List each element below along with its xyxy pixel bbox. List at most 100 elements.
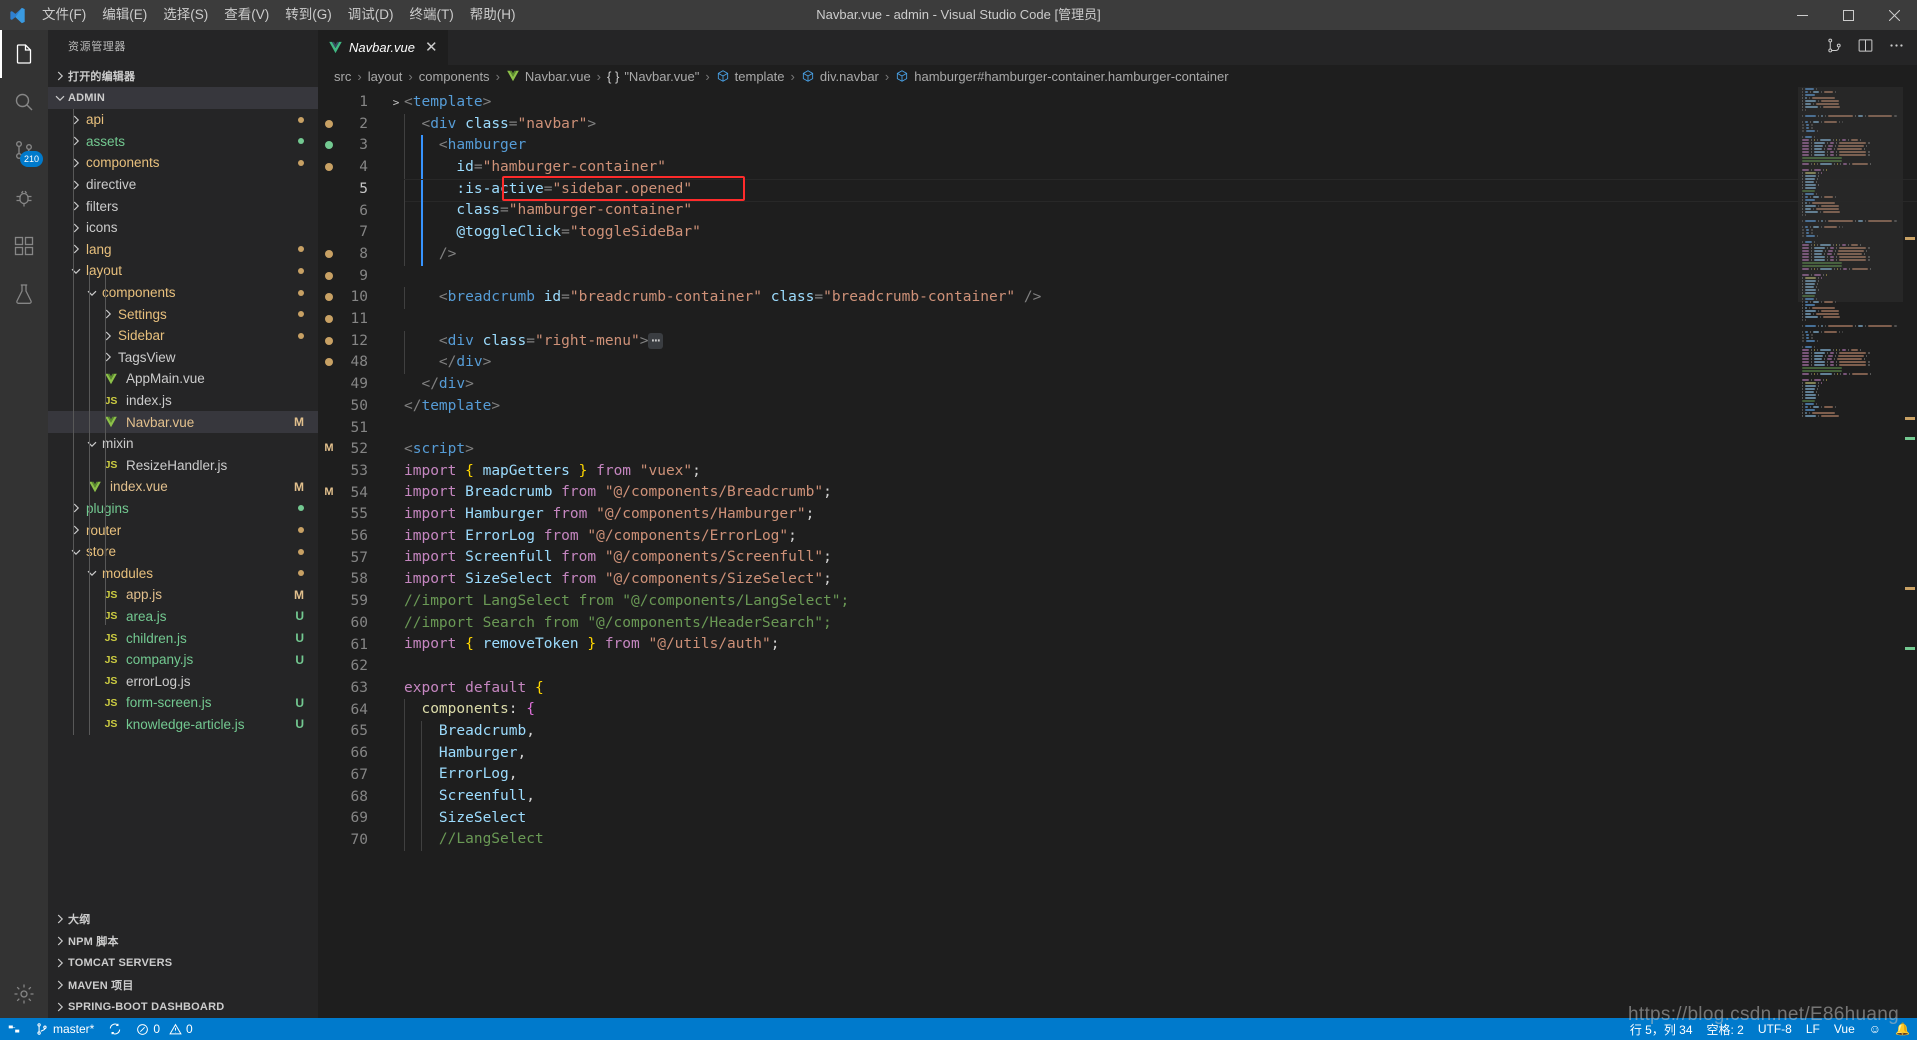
chevron-down-icon[interactable] bbox=[84, 282, 100, 304]
status-feedback[interactable]: ☺ bbox=[1862, 1018, 1888, 1040]
chevron-right-icon[interactable] bbox=[68, 130, 84, 152]
status-notifications[interactable]: 🔔 bbox=[1888, 1018, 1917, 1040]
breadcrumb-item-0[interactable]: src bbox=[332, 69, 353, 84]
tree-item-icons[interactable]: icons bbox=[48, 217, 318, 239]
panel-maven-[interactable]: MAVEN 项目 bbox=[48, 974, 318, 996]
code-line-10[interactable]: <breadcrumb id="breadcrumb-container" cl… bbox=[404, 287, 1917, 309]
tab-navbar-vue[interactable]: Navbar.vue ✕ bbox=[318, 30, 449, 65]
code-line-53[interactable]: import { mapGetters } from "vuex"; bbox=[404, 461, 1917, 483]
code-line-1[interactable]: <template> bbox=[404, 92, 1917, 114]
code-line-4[interactable]: id="hamburger-container" bbox=[404, 157, 1917, 179]
chevron-right-icon[interactable] bbox=[68, 238, 84, 260]
code-line-66[interactable]: Hamburger, bbox=[404, 742, 1917, 765]
activity-manage[interactable] bbox=[0, 970, 48, 1018]
tree-item-directive[interactable]: directive bbox=[48, 174, 318, 196]
code-line-5[interactable]: :is-active="sidebar.opened" bbox=[404, 178, 1917, 203]
code-line-57[interactable]: import Screenfull from "@/components/Scr… bbox=[404, 547, 1917, 569]
chevron-down-icon[interactable] bbox=[84, 562, 100, 584]
chevron-right-icon[interactable] bbox=[68, 217, 84, 239]
code-line-55[interactable]: import Hamburger from "@/components/Hamb… bbox=[404, 504, 1917, 526]
activity-extensions[interactable] bbox=[0, 222, 48, 270]
code-line-3[interactable]: <hamburger bbox=[404, 135, 1917, 158]
code-line-61[interactable]: import { removeToken } from "@/utils/aut… bbox=[404, 634, 1917, 656]
code-line-11[interactable] bbox=[404, 309, 1917, 331]
chevron-down-icon[interactable] bbox=[68, 260, 84, 282]
tree-item-filters[interactable]: filters bbox=[48, 195, 318, 217]
menu-item-0[interactable]: 文件(F) bbox=[34, 0, 94, 30]
code-line-7[interactable]: @toggleClick="toggleSideBar" bbox=[404, 222, 1917, 244]
folding-controls[interactable]: > bbox=[388, 87, 404, 1018]
panel-tomcat-servers[interactable]: TOMCAT SERVERS bbox=[48, 952, 318, 974]
minimap-slider[interactable] bbox=[1798, 87, 1903, 302]
menu-bar[interactable]: 文件(F) 编辑(E) 选择(S) 查看(V) 转到(G) 调试(D) 终端(T) 帮助(H) bbox=[34, 0, 524, 30]
close-button[interactable] bbox=[1871, 0, 1917, 30]
code-line-58[interactable]: import SizeSelect from "@/components/Siz… bbox=[404, 569, 1917, 591]
activity-explorer[interactable] bbox=[0, 30, 48, 78]
chevron-right-icon[interactable] bbox=[100, 303, 116, 325]
status-bar-right[interactable]: 行 5，列 34 空格: 2 UTF-8 LF Vue ☺ 🔔 bbox=[1623, 1018, 1917, 1040]
code-line-12[interactable]: <div class="right-menu"> ⋯ bbox=[404, 330, 1917, 353]
code-line-8[interactable]: /> bbox=[404, 243, 1917, 266]
tree-item-components[interactable]: components bbox=[48, 152, 318, 174]
status-editor-indentation[interactable]: 空格: 2 bbox=[1700, 1018, 1751, 1040]
explorer-tree[interactable]: 打开的编辑器 ADMIN api assets components directive f… bbox=[48, 65, 318, 908]
menu-item-7[interactable]: 帮助(H) bbox=[462, 0, 524, 30]
code-line-69[interactable]: SizeSelect bbox=[404, 807, 1917, 830]
explorer-panels[interactable]: 大纲 NPM 脚本 TOMCAT SERVERS MAVEN 项目 SPRING-BOO… bbox=[48, 908, 318, 1018]
section-open-editors[interactable]: 打开的编辑器 bbox=[48, 65, 318, 87]
code-content[interactable]: <template> <div class="navbar"> <hamburg… bbox=[404, 87, 1917, 1018]
code-line-56[interactable]: import ErrorLog from "@/components/Error… bbox=[404, 526, 1917, 548]
code-line-68[interactable]: Screenfull, bbox=[404, 786, 1917, 808]
status-problems[interactable]: 0 0 bbox=[129, 1018, 199, 1040]
status-editor-language[interactable]: Vue bbox=[1827, 1018, 1862, 1040]
chevron-down-icon[interactable] bbox=[68, 541, 84, 563]
chevron-right-icon[interactable] bbox=[68, 497, 84, 519]
minimap[interactable] bbox=[1798, 87, 1903, 1018]
status-remote[interactable] bbox=[0, 1018, 28, 1040]
code-line-9[interactable] bbox=[404, 266, 1917, 288]
tree-item-lang[interactable]: lang bbox=[48, 239, 318, 261]
chevron-right-icon[interactable] bbox=[68, 109, 84, 131]
panel-spring-boot-dashboard[interactable]: SPRING-BOOT DASHBOARD bbox=[48, 996, 318, 1018]
code-line-49[interactable]: </div> bbox=[404, 374, 1917, 396]
code-line-59[interactable]: //import LangSelect from "@/components/L… bbox=[404, 591, 1917, 613]
chevron-right-icon[interactable] bbox=[68, 152, 84, 174]
code-editor[interactable]: MM 1 2 3 4 5 6 7 8 9 10 11 12 48 49 50 51 52 53 54 55 56 57 58… bbox=[318, 87, 1917, 1018]
tree-item-api[interactable]: api bbox=[48, 109, 318, 131]
breadcrumb-item-7[interactable]: hamburger#hamburger-container.hamburger-… bbox=[893, 69, 1230, 84]
panel-npm-[interactable]: NPM 脚本 bbox=[48, 930, 318, 952]
menu-item-1[interactable]: 编辑(E) bbox=[94, 0, 155, 30]
code-line-50[interactable]: </template> bbox=[404, 396, 1917, 418]
code-line-67[interactable]: ErrorLog, bbox=[404, 764, 1917, 786]
breadcrumb-item-2[interactable]: components bbox=[417, 69, 492, 84]
activity-debug[interactable] bbox=[0, 174, 48, 222]
code-line-51[interactable] bbox=[404, 417, 1917, 439]
code-line-70[interactable]: //LangSelect bbox=[404, 829, 1917, 852]
breadcrumb-item-5[interactable]: template bbox=[714, 69, 787, 84]
status-sync[interactable] bbox=[101, 1018, 129, 1040]
code-line-6[interactable]: class="hamburger-container" bbox=[404, 200, 1917, 223]
status-editor-eol[interactable]: LF bbox=[1799, 1018, 1827, 1040]
close-icon[interactable]: ✕ bbox=[425, 40, 438, 55]
breadcrumb-item-6[interactable]: div.navbar bbox=[799, 69, 881, 84]
code-line-54[interactable]: import Breadcrumb from "@/components/Bre… bbox=[404, 482, 1917, 504]
activity-testing[interactable] bbox=[0, 270, 48, 318]
vertical-scrollbar[interactable] bbox=[1903, 87, 1917, 1018]
breadcrumb-item-4[interactable]: { } "Navbar.vue" bbox=[605, 69, 701, 84]
activity-source-control[interactable]: 210 bbox=[0, 126, 48, 174]
chevron-right-icon[interactable] bbox=[68, 519, 84, 541]
fold-chevron-icon[interactable]: > bbox=[388, 92, 404, 114]
code-line-60[interactable]: //import Search from "@/components/Heade… bbox=[404, 613, 1917, 635]
maximize-button[interactable] bbox=[1825, 0, 1871, 30]
minimize-button[interactable] bbox=[1779, 0, 1825, 30]
breadcrumb[interactable]: src › layout › components › Navbar.vue ›{ } "Nav… bbox=[318, 65, 1917, 87]
tree-item-assets[interactable]: assets bbox=[48, 131, 318, 153]
chevron-right-icon[interactable] bbox=[100, 325, 116, 347]
chevron-right-icon[interactable] bbox=[68, 174, 84, 196]
split-editor-icon[interactable] bbox=[1857, 37, 1874, 59]
code-line-2[interactable]: <div class="navbar"> bbox=[404, 113, 1917, 136]
chevron-right-icon[interactable] bbox=[100, 346, 116, 368]
chevron-right-icon[interactable] bbox=[68, 195, 84, 217]
menu-item-4[interactable]: 转到(G) bbox=[277, 0, 340, 30]
code-line-62[interactable] bbox=[404, 656, 1917, 678]
